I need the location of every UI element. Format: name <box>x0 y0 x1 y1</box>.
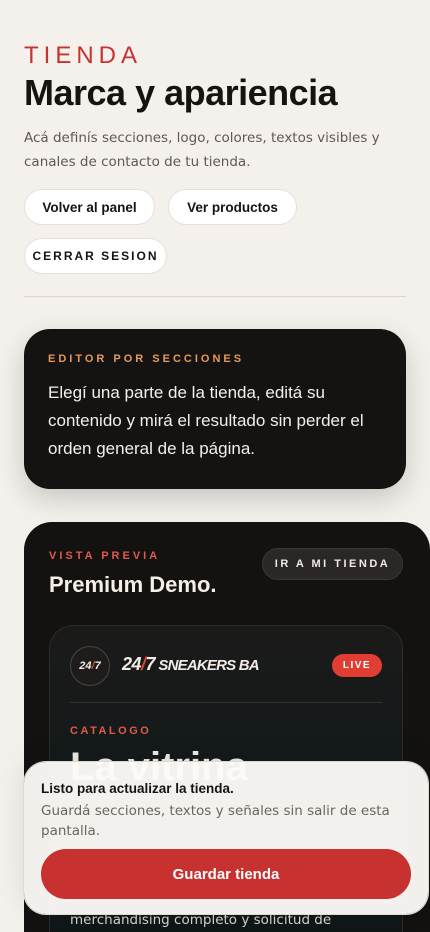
badge-number-2: 7 <box>94 660 101 672</box>
preview-title: Premium Demo. <box>49 572 217 597</box>
page-description: Acá definís secciones, logo, colores, te… <box>24 130 380 170</box>
catalog-eyebrow: CATALOGO <box>70 725 152 737</box>
section-eyebrow: TIENDA <box>24 42 143 69</box>
view-products-button[interactable]: Ver productos <box>168 189 297 225</box>
badge-number: 24 <box>79 660 92 672</box>
editor-eyebrow: EDITOR POR SECCIONES <box>48 353 245 365</box>
page-title: Marca y apariencia <box>24 72 338 113</box>
section-divider <box>24 296 406 297</box>
save-description: Guardá secciones, textos y señales sin s… <box>41 803 390 839</box>
editor-info-card: EDITOR POR SECCIONES Elegí una parte de … <box>24 329 406 489</box>
preview-eyebrow: VISTA PREVIA <box>49 550 161 562</box>
save-title: Listo para actualizar la tienda. <box>41 781 234 796</box>
store-header-divider <box>70 702 382 703</box>
store-badge-icon: 24/7 <box>70 646 110 686</box>
save-bottom-sheet: Listo para actualizar la tienda. Guardá … <box>24 762 428 914</box>
editor-description: Elegí una parte de la tienda, editá su c… <box>48 383 364 458</box>
store-logo: 24/7 SNEAKERS BA <box>122 654 260 675</box>
logo-number: 24 <box>122 654 142 674</box>
logout-button[interactable]: CERRAR SESION <box>24 238 167 274</box>
logo-number-2: 7 <box>145 654 156 674</box>
live-badge: LIVE <box>332 654 382 677</box>
go-to-store-button[interactable]: IR A MI TIENDA <box>262 548 403 580</box>
save-store-button[interactable]: Guardar tienda <box>41 849 411 899</box>
logo-wordmark: SNEAKERS BA <box>155 657 259 674</box>
back-to-panel-button[interactable]: Volver al panel <box>24 189 155 225</box>
